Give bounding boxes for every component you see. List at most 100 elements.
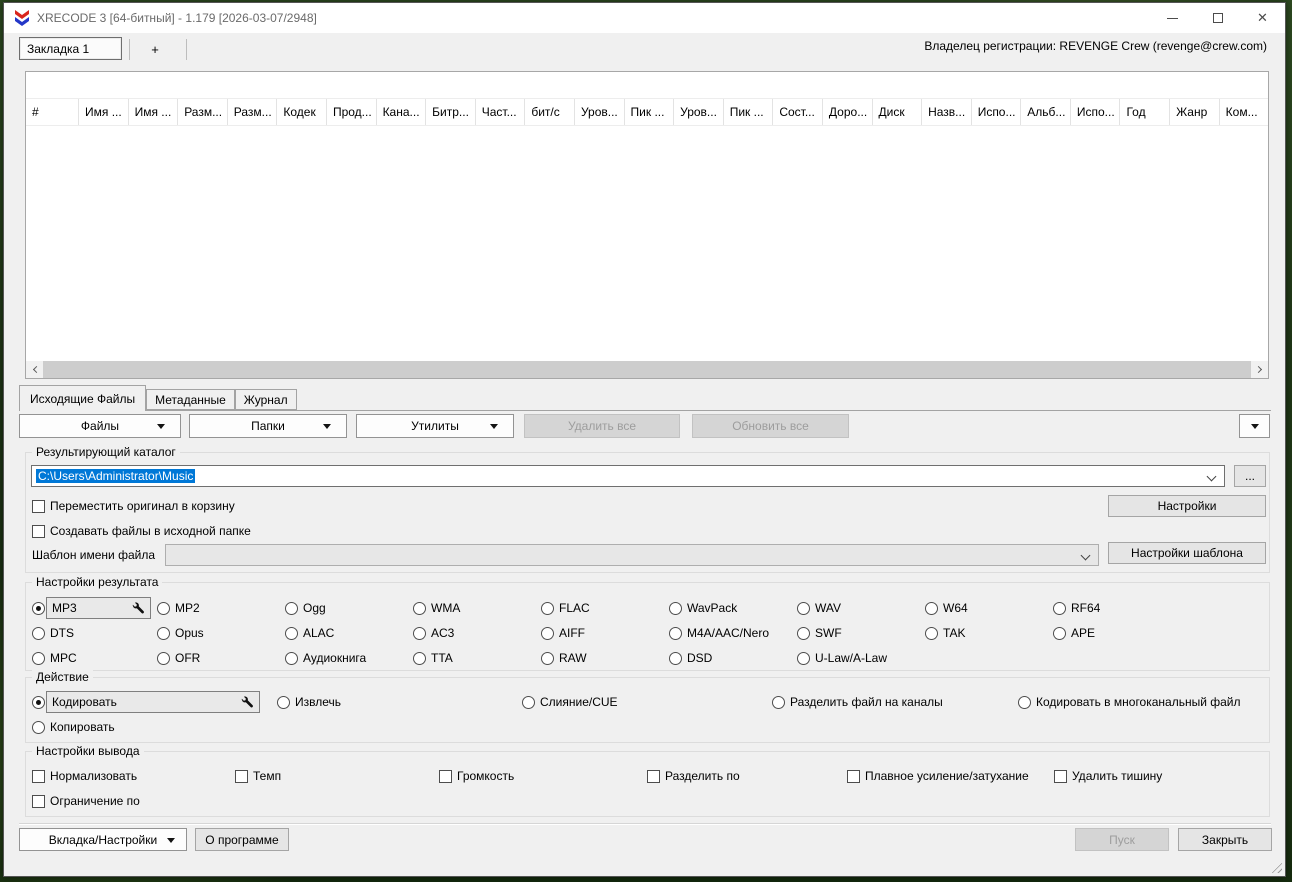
action-merge-cue-radio[interactable]: Слияние/CUE xyxy=(522,694,618,710)
format-audiobook-radio[interactable]: Аудиокнига xyxy=(285,650,366,666)
refresh-all-button[interactable]: Обновить все xyxy=(692,414,849,438)
format-ac3-radio[interactable]: AC3 xyxy=(413,625,454,641)
format-tak-radio[interactable]: TAK xyxy=(925,625,965,641)
column-header[interactable]: Жанр xyxy=(1170,99,1220,125)
tab-output-files[interactable]: Исходящие Файлы xyxy=(19,385,146,411)
column-header[interactable]: Кана... xyxy=(377,99,427,125)
format-ogg-radio[interactable]: Ogg xyxy=(285,600,326,616)
format-ulaw-radio[interactable]: U-Law/A-Law xyxy=(797,650,887,666)
column-header[interactable]: бит/с xyxy=(525,99,575,125)
column-header[interactable]: Прод... xyxy=(327,99,377,125)
format-ape-radio[interactable]: APE xyxy=(1053,625,1095,641)
format-raw-radio[interactable]: RAW xyxy=(541,650,587,666)
format-tta-radio[interactable]: TTA xyxy=(413,650,453,666)
column-header[interactable]: Част... xyxy=(476,99,526,125)
close-app-button[interactable]: Закрыть xyxy=(1178,828,1272,851)
titlebar: XRECODE 3 [64-битный] - 1.179 [2026-03-0… xyxy=(4,3,1285,33)
column-header[interactable]: Сост... xyxy=(773,99,823,125)
format-dts-radio[interactable]: DTS xyxy=(32,625,74,641)
about-button[interactable]: О программе xyxy=(195,828,289,851)
format-mp3-settings-box[interactable]: MP3 xyxy=(46,597,151,619)
format-swf-radio[interactable]: SWF xyxy=(797,625,842,641)
file-list[interactable]: #Имя ...Имя ...Разм...Разм...КодекПрод..… xyxy=(25,71,1269,379)
format-label: MP2 xyxy=(175,601,200,615)
column-header[interactable]: Разм... xyxy=(178,99,228,125)
action-encode-multichannel-radio[interactable]: Кодировать в многоканальный файл xyxy=(1018,694,1241,710)
action-copy-radio[interactable]: Копировать xyxy=(32,719,115,735)
column-header[interactable]: Уров... xyxy=(674,99,724,125)
minimize-button[interactable] xyxy=(1150,3,1195,33)
format-alac-radio[interactable]: ALAC xyxy=(285,625,334,641)
tab-settings-dropdown-button[interactable]: Вкладка/Настройки xyxy=(19,828,187,851)
utilities-dropdown-button[interactable]: Утилиты xyxy=(356,414,514,438)
column-header[interactable]: Альб... xyxy=(1021,99,1071,125)
column-header[interactable]: # xyxy=(26,99,79,125)
format-m4a-radio[interactable]: M4A/AAC/Nero xyxy=(669,625,769,641)
column-header[interactable]: Битр... xyxy=(426,99,476,125)
move-original-checkbox[interactable]: Переместить оригинал в корзину xyxy=(32,498,235,514)
format-aiff-radio[interactable]: AIFF xyxy=(541,625,585,641)
volume-checkbox[interactable]: Громкость xyxy=(439,768,514,784)
limit-by-checkbox[interactable]: Ограничение по xyxy=(32,793,140,809)
format-mp2-radio[interactable]: MP2 xyxy=(157,600,200,616)
column-header[interactable]: Испо... xyxy=(1071,99,1121,125)
remove-silence-checkbox[interactable]: Удалить тишину xyxy=(1054,768,1162,784)
fade-in-out-checkbox[interactable]: Плавное усиление/затухание xyxy=(847,768,1029,784)
format-rf64-radio[interactable]: RF64 xyxy=(1053,600,1100,616)
column-header[interactable]: Год xyxy=(1120,99,1170,125)
format-wav-radio[interactable]: WAV xyxy=(797,600,841,616)
files-dropdown-button[interactable]: Файлы xyxy=(19,414,181,438)
column-header[interactable]: Пик ... xyxy=(724,99,774,125)
tab-bookmark-1[interactable]: Закладка 1 xyxy=(19,37,122,60)
tab-metadata[interactable]: Метаданные xyxy=(146,389,235,410)
action-encode-radio[interactable] xyxy=(32,694,45,710)
output-directory-combobox[interactable]: C:\Users\Administrator\Music xyxy=(31,465,1225,487)
filename-template-combobox[interactable] xyxy=(165,544,1099,566)
action-encode-settings-box[interactable]: Кодировать xyxy=(46,691,260,713)
split-by-checkbox[interactable]: Разделить по xyxy=(647,768,740,784)
format-wavpack-radio[interactable]: WavPack xyxy=(669,600,737,616)
format-flac-radio[interactable]: FLAC xyxy=(541,600,590,616)
horizontal-scrollbar[interactable] xyxy=(26,361,1268,378)
tempo-checkbox[interactable]: Темп xyxy=(235,768,281,784)
tab-log[interactable]: Журнал xyxy=(235,389,297,410)
format-dsd-radio[interactable]: DSD xyxy=(669,650,712,666)
format-label: WavPack xyxy=(687,601,737,615)
column-header[interactable]: Имя ... xyxy=(79,99,129,125)
normalize-checkbox[interactable]: Нормализовать xyxy=(32,768,137,784)
column-header[interactable]: Испо... xyxy=(972,99,1022,125)
scroll-right-button[interactable] xyxy=(1251,361,1268,378)
format-mpc-radio[interactable]: MPC xyxy=(32,650,77,666)
start-button[interactable]: Пуск xyxy=(1075,828,1169,851)
resize-grip[interactable] xyxy=(1269,860,1282,873)
template-settings-button[interactable]: Настройки шаблона xyxy=(1108,542,1266,564)
action-extract-radio[interactable]: Извлечь xyxy=(277,694,341,710)
scroll-left-button[interactable] xyxy=(26,361,43,378)
column-header[interactable]: Назв... xyxy=(922,99,972,125)
column-header[interactable]: Доро... xyxy=(823,99,873,125)
column-header[interactable]: Диск xyxy=(873,99,923,125)
format-ofr-radio[interactable]: OFR xyxy=(157,650,200,666)
column-header[interactable]: Кодек xyxy=(277,99,327,125)
column-header[interactable]: Пик ... xyxy=(625,99,675,125)
maximize-button[interactable] xyxy=(1195,3,1240,33)
column-header[interactable]: Разм... xyxy=(228,99,278,125)
scrollbar-thumb[interactable] xyxy=(43,361,1251,378)
tab-label: Исходящие Файлы xyxy=(30,392,135,406)
create-in-source-checkbox[interactable]: Создавать файлы в исходной папке xyxy=(32,523,251,539)
format-opus-radio[interactable]: Opus xyxy=(157,625,204,641)
column-header[interactable]: Имя ... xyxy=(129,99,179,125)
folders-dropdown-button[interactable]: Папки xyxy=(189,414,347,438)
delete-all-button[interactable]: Удалить все xyxy=(524,414,680,438)
more-dropdown-button[interactable] xyxy=(1239,414,1270,438)
action-split-channels-radio[interactable]: Разделить файл на каналы xyxy=(772,694,943,710)
column-header[interactable]: Уров... xyxy=(575,99,625,125)
column-header[interactable]: Ком... xyxy=(1220,99,1268,125)
format-mp3-radio[interactable] xyxy=(32,600,45,616)
browse-button[interactable]: ... xyxy=(1234,465,1266,487)
close-button[interactable]: ✕ xyxy=(1240,3,1285,33)
add-tab-button[interactable]: + xyxy=(137,39,173,59)
format-wma-radio[interactable]: WMA xyxy=(413,600,460,616)
format-w64-radio[interactable]: W64 xyxy=(925,600,968,616)
settings-button[interactable]: Настройки xyxy=(1108,495,1266,517)
